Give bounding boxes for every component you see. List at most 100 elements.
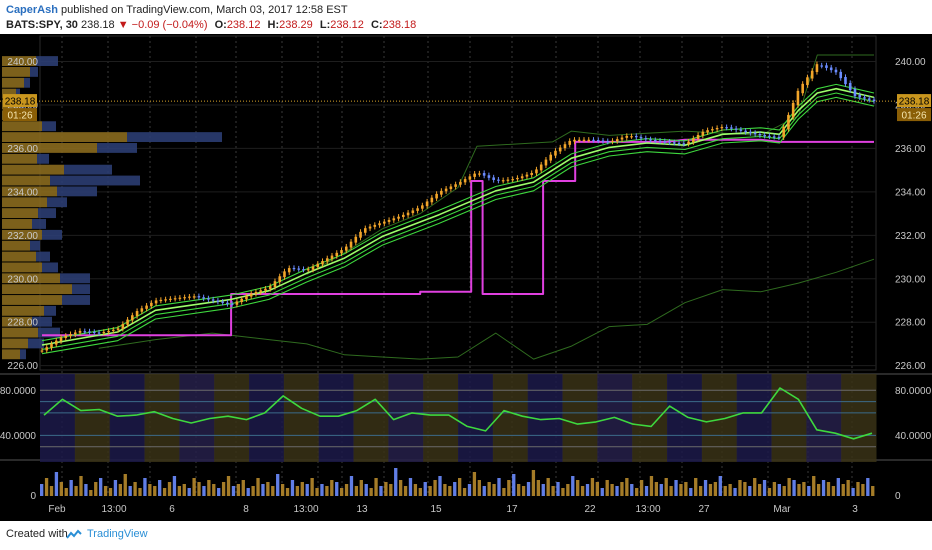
candle-body bbox=[169, 298, 172, 300]
volume-bar bbox=[99, 478, 103, 496]
volume-bar bbox=[398, 480, 403, 496]
volume-bar bbox=[74, 486, 78, 496]
candle-body bbox=[150, 302, 153, 307]
last-price: 238.18 bbox=[81, 19, 115, 31]
volume-bar bbox=[320, 484, 324, 496]
volume-profile-down-bar bbox=[42, 229, 62, 240]
candle-body bbox=[192, 296, 196, 298]
regime-band bbox=[736, 374, 772, 462]
tradingview-brand-link[interactable]: TradingView bbox=[87, 528, 148, 540]
candle-body bbox=[725, 127, 728, 129]
regime-band bbox=[562, 374, 598, 462]
volume-bar bbox=[271, 486, 275, 496]
candle-body bbox=[739, 129, 743, 131]
volume-bar bbox=[84, 484, 88, 496]
regime-band bbox=[318, 374, 354, 462]
volume-bar bbox=[472, 472, 477, 496]
volume-bar bbox=[231, 486, 236, 496]
candle-body bbox=[335, 252, 339, 257]
candle-body bbox=[406, 212, 410, 216]
volume-bar bbox=[487, 482, 491, 496]
volume-bar bbox=[644, 486, 649, 496]
candle-body bbox=[863, 97, 866, 99]
price-scale-label-right: 226.00 bbox=[895, 361, 926, 372]
candle-body bbox=[287, 268, 291, 273]
regime-band bbox=[806, 374, 842, 462]
candle-body bbox=[535, 169, 538, 174]
candle-body bbox=[730, 127, 733, 129]
volume-bar bbox=[438, 476, 442, 496]
volume-bar bbox=[782, 486, 786, 496]
time-axis-label: 6 bbox=[169, 504, 175, 515]
symbol-label[interactable]: BATS:SPY, 30 bbox=[6, 19, 78, 31]
volume-bar bbox=[69, 480, 73, 496]
volume-bar bbox=[856, 482, 860, 496]
volume-bar bbox=[836, 478, 840, 496]
candle-body bbox=[83, 331, 87, 333]
volume-profile-up-bar bbox=[2, 121, 42, 132]
candle-body bbox=[634, 135, 638, 138]
candle-body bbox=[444, 188, 448, 192]
candle-body bbox=[673, 142, 676, 144]
regime-band bbox=[771, 374, 807, 462]
volume-scale-label-left: 0 bbox=[30, 491, 36, 502]
price-scale-label-left: 226.00 bbox=[7, 361, 38, 372]
candle-body bbox=[268, 286, 272, 289]
candle-body bbox=[848, 82, 852, 91]
oscillator-pane bbox=[40, 374, 877, 462]
volume-bar bbox=[851, 488, 855, 496]
volume-bar bbox=[733, 488, 737, 496]
candle-body bbox=[188, 296, 191, 298]
candle-body bbox=[473, 173, 476, 177]
volume-bar bbox=[128, 486, 132, 496]
volume-bar bbox=[394, 468, 398, 496]
volume-bar bbox=[497, 478, 501, 496]
chart-canvas[interactable]: 240.00240.00238.00238.00236.00236.00234.… bbox=[0, 34, 932, 521]
volume-bar bbox=[792, 480, 796, 496]
volume-bar bbox=[576, 480, 580, 496]
volume-profile-up-bar bbox=[2, 208, 38, 219]
volume-bar bbox=[615, 486, 619, 496]
close-label: C: bbox=[370, 19, 383, 31]
candle-body bbox=[297, 268, 301, 270]
volume-bar bbox=[325, 486, 329, 496]
volume-profile-down-bar bbox=[72, 284, 90, 295]
volume-profile-up-bar bbox=[2, 262, 42, 273]
candle-body bbox=[126, 319, 129, 325]
candle-body bbox=[539, 164, 543, 171]
candle-body bbox=[658, 140, 662, 142]
candle-body bbox=[820, 65, 824, 67]
regime-band bbox=[283, 374, 320, 462]
candle-body bbox=[211, 299, 215, 301]
volume-bar bbox=[369, 488, 373, 496]
volume-bar bbox=[403, 486, 408, 496]
volume-bar bbox=[256, 478, 260, 496]
author-link[interactable]: CaperAsh bbox=[6, 4, 58, 16]
volume-bar bbox=[359, 480, 363, 496]
volume-bar bbox=[590, 478, 595, 496]
candle-body bbox=[349, 241, 353, 248]
volume-bar bbox=[49, 486, 54, 496]
volume-bar bbox=[728, 484, 732, 496]
candle-body bbox=[749, 131, 752, 134]
candle-body bbox=[463, 179, 467, 183]
volume-bar bbox=[807, 486, 811, 496]
candle-body bbox=[54, 340, 58, 345]
candle-body bbox=[454, 184, 457, 187]
time-axis-label: 13:00 bbox=[635, 504, 660, 515]
candle-body bbox=[815, 64, 819, 72]
candle-body bbox=[183, 297, 186, 299]
volume-bar bbox=[816, 484, 821, 496]
volume-bar bbox=[635, 488, 639, 496]
candle-body bbox=[421, 205, 424, 209]
candle-body bbox=[611, 140, 614, 143]
volume-profile-up-bar bbox=[2, 153, 37, 164]
candle-body bbox=[340, 250, 343, 254]
volume-bar bbox=[295, 486, 300, 496]
candle-body bbox=[630, 136, 633, 138]
volume-bar bbox=[674, 480, 678, 496]
volume-bar bbox=[561, 488, 565, 496]
volume-profile-up-bar bbox=[2, 197, 47, 208]
volume-bar bbox=[625, 478, 629, 496]
volume-bar bbox=[595, 482, 600, 496]
